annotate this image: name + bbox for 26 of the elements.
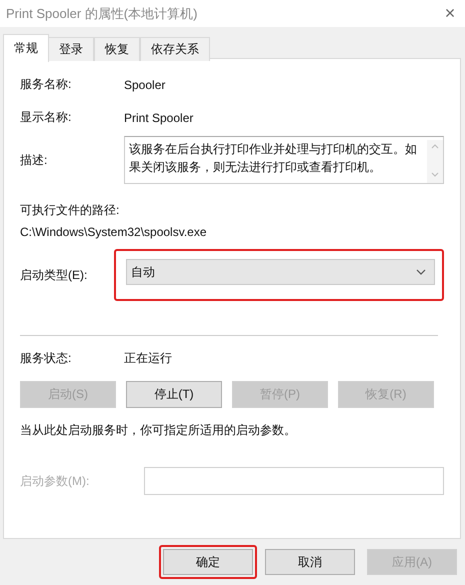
scroll-up-icon[interactable] (431, 144, 439, 149)
field-label: 描述: (20, 152, 48, 168)
chevron-down-icon (416, 269, 426, 275)
path-text: C:\Windows\System32\spoolsv.exe (20, 225, 208, 239)
close-button[interactable]: × (435, 0, 465, 26)
description-box[interactable]: 该服务在后台执行打印作业并处理与打印机的交互。如果关闭该服务，则无法进行打印或查看打印机。 (124, 136, 444, 184)
field-label: 启动参数(M): (20, 472, 90, 490)
field-label: 服务状态: (20, 350, 72, 367)
field-label: 可执行文件的路径: (20, 202, 120, 219)
field-label: 服务名称: (20, 76, 72, 93)
dialog-button[interactable]: 取消 (265, 549, 355, 575)
status-value: 正在运行 (124, 350, 172, 367)
startup-type-dropdown[interactable]: 自动 (126, 259, 435, 285)
scroll-down-icon[interactable] (431, 172, 439, 177)
field-value: Print Spooler (124, 110, 194, 124)
hint-text: 当从此处启动服务时，你可指定所适用的启动参数。 (20, 422, 297, 439)
tab[interactable]: 常规 (3, 34, 49, 62)
tab[interactable]: 恢复 (94, 37, 140, 61)
window-title: Print Spooler 的属性(本地计算机) (6, 4, 198, 22)
dialog-button[interactable]: 确定 (163, 549, 253, 575)
tab[interactable]: 登录 (48, 37, 94, 61)
field-label: 启动类型(E): (20, 266, 88, 284)
tab[interactable]: 依存关系 (140, 37, 210, 61)
field-label: 显示名称: (20, 109, 72, 126)
field-value: Spooler (124, 78, 166, 92)
service-button[interactable]: 停止(T) (126, 381, 222, 408)
